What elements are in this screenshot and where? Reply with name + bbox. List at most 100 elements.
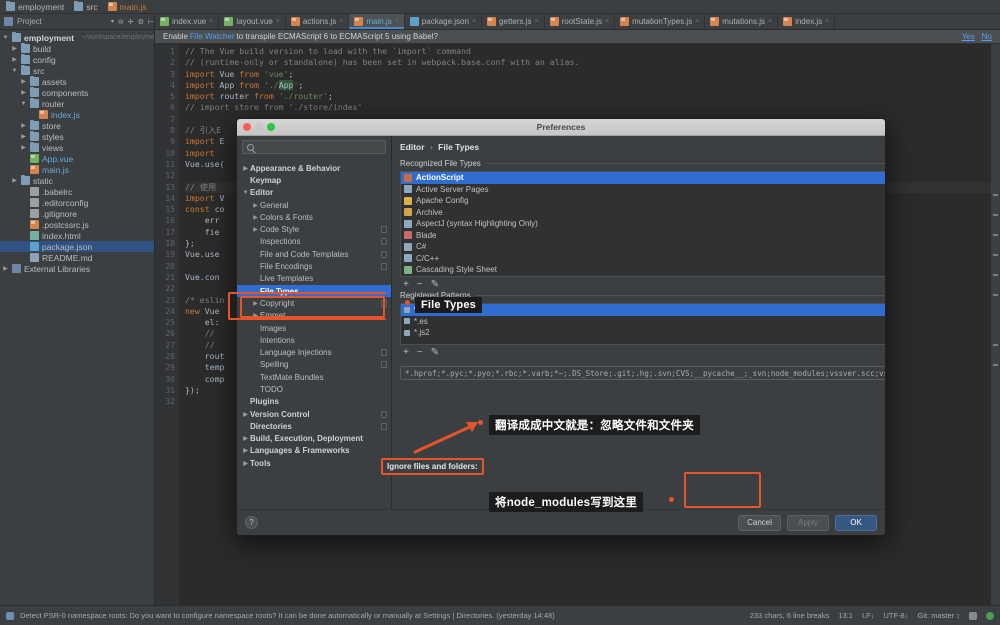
file-type-row[interactable]: AspectJ (syntax Highlighting Only)	[401, 218, 885, 230]
chevron-right-icon[interactable]: ▶	[251, 312, 260, 319]
editor-tab-main-js[interactable]: main.js ×	[349, 14, 405, 29]
copy-icon[interactable]	[381, 238, 387, 246]
breadcrumb-item-employment[interactable]: employment	[6, 0, 64, 12]
chevron-down-icon[interactable]: ▼	[20, 101, 27, 107]
pattern-list-toolbar[interactable]: + − ✎	[400, 345, 885, 359]
prefs-nav-tools[interactable]: ▶ Tools	[237, 457, 391, 469]
tree-item-components[interactable]: ▶ components	[0, 86, 154, 98]
prefs-nav-file-encodings[interactable]: File Encodings	[237, 260, 391, 272]
banner-yes-link[interactable]: Yes	[962, 32, 975, 41]
copy-icon[interactable]	[381, 349, 387, 357]
editor-tab-package-json[interactable]: package.json ×	[405, 14, 483, 29]
help-button[interactable]: ?	[245, 516, 258, 529]
hide-icon[interactable]: ⊢	[148, 18, 154, 26]
close-icon[interactable]: ×	[472, 18, 476, 25]
breadcrumb-item-mainjs[interactable]: main.js	[107, 2, 147, 12]
pattern-row[interactable]: *.js2	[401, 327, 885, 339]
remove-icon[interactable]: −	[417, 347, 423, 358]
prefs-nav-directories[interactable]: Directories	[237, 420, 391, 432]
copy-icon[interactable]	[381, 361, 387, 369]
editor-tab-layout-vue[interactable]: layout.vue ×	[219, 14, 286, 29]
chevron-down-icon[interactable]: ▼	[11, 68, 18, 74]
event-log-icon[interactable]	[6, 611, 14, 620]
close-icon[interactable]: ×	[395, 18, 399, 25]
prefs-nav-build--execution--deployment[interactable]: ▶ Build, Execution, Deployment	[237, 433, 391, 445]
tree-item--gitignore[interactable]: .gitignore	[0, 208, 154, 219]
editor-marker-gutter[interactable]	[991, 44, 1000, 605]
apply-button[interactable]: Apply	[787, 514, 829, 531]
file-type-row[interactable]: ActionScript	[401, 172, 885, 184]
prefs-nav-todo[interactable]: TODO	[237, 383, 391, 395]
chevron-right-icon[interactable]: ▶	[20, 144, 27, 151]
file-type-row[interactable]: Active Server Pages	[401, 184, 885, 196]
add-icon[interactable]: +	[403, 279, 409, 290]
ok-button[interactable]: OK	[835, 514, 877, 531]
file-type-row[interactable]: Cascading Style Sheet	[401, 264, 885, 276]
tree-item-views[interactable]: ▶ views	[0, 141, 154, 153]
file-type-row[interactable]: Archive	[401, 207, 885, 219]
prefs-nav-images[interactable]: Images	[237, 322, 391, 334]
file-type-list-toolbar[interactable]: + − ✎	[400, 277, 885, 291]
prefs-nav-file-and-code-templates[interactable]: File and Code Templates	[237, 248, 391, 260]
chevron-right-icon[interactable]: ▶	[241, 165, 250, 172]
status-line-separator[interactable]: LF↓	[862, 611, 875, 620]
copy-icon[interactable]	[381, 250, 387, 258]
tree-item--postcssrc-js[interactable]: .postcssrc.js	[0, 219, 154, 230]
tree-item-index-html[interactable]: index.html	[0, 230, 154, 241]
status-caret-position[interactable]: 13:1	[838, 611, 853, 620]
chevron-right-icon[interactable]: ▶	[251, 300, 260, 307]
recognized-file-types-list[interactable]: ActionScript Active Server Pages Apache Co…	[400, 171, 885, 277]
tree-item-config[interactable]: ▶ config	[0, 53, 154, 65]
prefs-nav-textmate-bundles[interactable]: TextMate Bundles	[237, 371, 391, 383]
tree-item-employment[interactable]: ▼ employment ~/workspace/employme	[0, 31, 154, 43]
tree-item-external-libraries[interactable]: ▶ External Libraries	[0, 263, 154, 274]
preferences-search-box[interactable]	[242, 140, 386, 154]
editor-tab-mutations-js[interactable]: mutations.js ×	[705, 14, 779, 29]
project-tree[interactable]: ▼ employment ~/workspace/employme ▶ build ▶ co…	[0, 30, 155, 605]
collapse-all-icon[interactable]: ⊖	[118, 18, 124, 26]
chevron-right-icon[interactable]: ▶	[20, 78, 27, 85]
chevron-right-icon[interactable]: ▶	[20, 133, 27, 140]
search-input[interactable]	[257, 142, 381, 152]
code-line[interactable]: import Vue from 'vue';	[185, 69, 1000, 80]
copy-icon[interactable]	[381, 263, 387, 271]
prefs-nav-copyright[interactable]: ▶ Copyright	[237, 297, 391, 309]
close-icon[interactable]: ×	[209, 18, 213, 25]
breadcrumb-item-src[interactable]: src	[74, 0, 98, 12]
preferences-nav-panel[interactable]: ▶ Appearance & Behavior Keymap ▼ Editor ▶ Gene…	[237, 136, 392, 509]
breadcrumb-root[interactable]: Editor	[400, 142, 425, 152]
add-icon[interactable]: +	[403, 347, 409, 358]
chevron-right-icon[interactable]: ▶	[251, 202, 260, 209]
prefs-nav-inspections[interactable]: Inspections	[237, 236, 391, 248]
prefs-nav-version-control[interactable]: ▶ Version Control	[237, 408, 391, 420]
file-type-row[interactable]: C#	[401, 241, 885, 253]
prefs-nav-emmet[interactable]: ▶ Emmet	[237, 310, 391, 322]
file-type-row[interactable]: Apache Config	[401, 195, 885, 207]
copy-icon[interactable]	[381, 226, 387, 234]
prefs-nav-general[interactable]: ▶ General	[237, 199, 391, 211]
prefs-nav-editor[interactable]: ▼ Editor	[237, 187, 391, 199]
close-icon[interactable]: ×	[535, 18, 539, 25]
chevron-right-icon[interactable]: ▶	[241, 435, 250, 442]
close-icon[interactable]: ×	[695, 18, 699, 25]
editor-tab-strip[interactable]: index.vue × layout.vue × actions.js × main.js ×…	[155, 14, 1000, 29]
code-line[interactable]: // (runtime-only or standalone) has been…	[185, 57, 1000, 68]
chevron-right-icon[interactable]: ▶	[241, 447, 250, 454]
gear-icon[interactable]: ⚙	[138, 18, 144, 26]
copy-icon[interactable]	[381, 299, 387, 307]
close-icon[interactable]: ×	[768, 18, 772, 25]
tree-item-build[interactable]: ▶ build	[0, 42, 154, 54]
status-encoding[interactable]: UTF-8↓	[883, 611, 908, 620]
lock-icon[interactable]	[969, 611, 977, 620]
chevron-down-icon[interactable]: ▼	[241, 190, 250, 196]
prefs-nav-live-templates[interactable]: Live Templates	[237, 273, 391, 285]
chevron-down-icon[interactable]: ▾	[111, 18, 114, 25]
cancel-button[interactable]: Cancel	[738, 514, 781, 531]
code-line[interactable]: // The Vue build version to load with th…	[185, 46, 1000, 57]
code-line[interactable]: // import store from './store/index'	[185, 102, 1000, 113]
tree-item-src[interactable]: ▼ src	[0, 64, 154, 76]
close-icon[interactable]: ×	[605, 18, 609, 25]
prefs-nav-code-style[interactable]: ▶ Code Style	[237, 223, 391, 235]
code-line[interactable]: import router from './router';	[185, 91, 1000, 102]
prefs-nav-language-injections[interactable]: Language Injections	[237, 346, 391, 358]
